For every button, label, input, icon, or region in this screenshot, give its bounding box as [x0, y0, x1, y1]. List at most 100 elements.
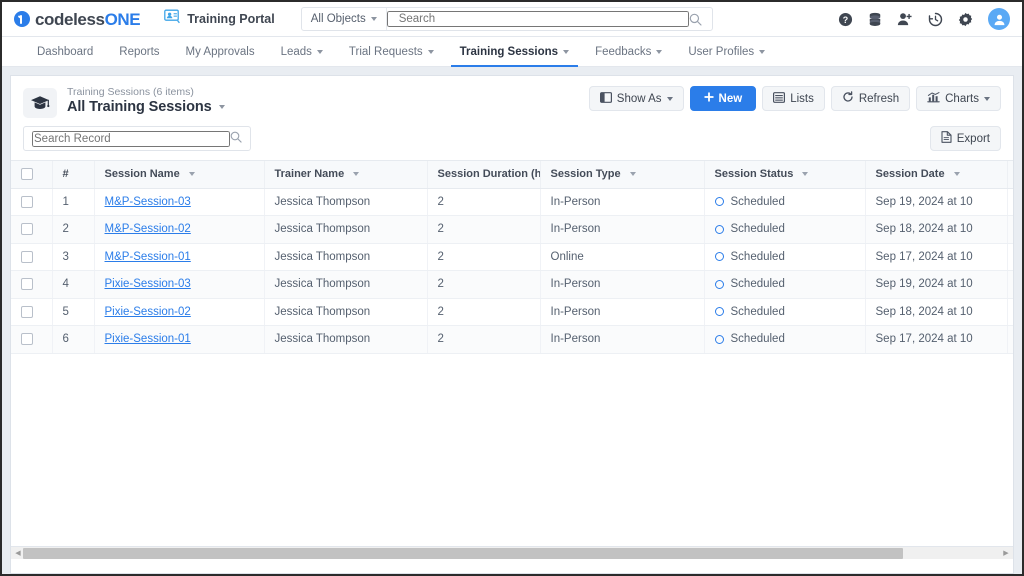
status-circle-icon: [714, 334, 724, 344]
row-session-date: Sep 19, 2024 at 10: [865, 188, 1008, 216]
refresh-button[interactable]: Refresh: [830, 86, 911, 111]
column-header-num[interactable]: #: [52, 161, 95, 189]
row-checkbox[interactable]: [21, 195, 33, 208]
sort-caret-icon[interactable]: [353, 172, 360, 177]
refresh-icon: [842, 91, 854, 106]
scroll-left-arrow-icon[interactable]: ◀: [13, 549, 23, 557]
sort-caret-icon[interactable]: [802, 172, 809, 177]
svg-text:?: ?: [843, 14, 848, 24]
chevron-down-icon[interactable]: [218, 105, 225, 109]
column-header-session-name[interactable]: Session Name: [94, 161, 265, 189]
nav-tab-dashboard[interactable]: Dashboard: [24, 37, 106, 66]
select-all-checkbox[interactable]: [21, 168, 33, 181]
status-badge: Scheduled: [730, 250, 785, 263]
logo-text: codelessONE: [35, 11, 141, 28]
column-label: Session Status: [714, 168, 794, 181]
show-as-button[interactable]: Show As: [588, 86, 684, 111]
avatar[interactable]: [988, 8, 1010, 30]
nav-tab-my-approvals[interactable]: My Approvals: [173, 37, 268, 66]
nav-tab-leads[interactable]: Leads: [268, 37, 336, 66]
sort-caret-icon[interactable]: [953, 172, 960, 177]
nav-tab-reports[interactable]: Reports: [106, 37, 172, 66]
page-title: All Training Sessions: [67, 99, 212, 115]
row-select-cell: [11, 270, 53, 299]
row-checkbox[interactable]: [21, 305, 33, 318]
row-trainer-name: Jessica Thompson: [264, 243, 428, 271]
row-session-status-cell: Scheduled: [704, 215, 866, 244]
column-header-session-duration[interactable]: Session Duration (h: [427, 161, 541, 189]
object-scope-label: All Objects: [310, 13, 366, 25]
global-search-input[interactable]: [386, 11, 689, 27]
row-session-duration: 2: [427, 243, 541, 271]
row-checkbox[interactable]: [21, 250, 33, 263]
table-row[interactable]: 2 M&P-Session-02 Jessica Thompson 2 In-P…: [11, 215, 1013, 244]
column-label: Session Date: [875, 168, 945, 181]
row-checkbox[interactable]: [21, 223, 33, 236]
search-record-field[interactable]: [23, 126, 251, 151]
nav-tab-label: Dashboard: [37, 45, 94, 58]
app-logo[interactable]: codelessONE: [14, 11, 141, 28]
session-name-link[interactable]: M&P-Session-03: [105, 196, 191, 208]
search-icon[interactable]: [230, 130, 242, 148]
scrollbar-thumb[interactable]: [23, 547, 904, 559]
list-view-header: Training Sessions (6 items) All Training…: [11, 76, 1013, 118]
session-name-link[interactable]: M&P-Session-02: [105, 223, 191, 235]
object-scope-dropdown[interactable]: All Objects: [302, 8, 387, 30]
sort-caret-icon[interactable]: [629, 172, 636, 177]
table-row[interactable]: 4 Pixie-Session-03 Jessica Thompson 2 In…: [11, 270, 1013, 299]
row-checkbox[interactable]: [21, 333, 33, 346]
column-header-session-type[interactable]: Session Type: [540, 161, 705, 189]
table-row[interactable]: 5 Pixie-Session-02 Jessica Thompson 2 In…: [11, 298, 1013, 326]
add-user-icon[interactable]: [897, 12, 913, 27]
session-name-link[interactable]: Pixie-Session-02: [105, 306, 191, 318]
session-name-link[interactable]: Pixie-Session-01: [105, 333, 191, 345]
column-header-trainer-name[interactable]: Trainer Name: [264, 161, 428, 189]
database-icon[interactable]: [868, 12, 882, 27]
nav-tab-label: Trial Requests: [348, 45, 423, 58]
horizontal-scrollbar[interactable]: ◀ ▶: [11, 546, 1013, 559]
column-label: Trainer Name: [274, 168, 345, 181]
table-header: # Session Name Trainer Name Session Dura…: [11, 161, 1013, 189]
column-label: Session Type: [550, 168, 621, 181]
row-number: 3: [52, 243, 95, 271]
session-name-link[interactable]: Pixie-Session-03: [105, 278, 191, 290]
search-record-input[interactable]: [32, 130, 230, 147]
sort-caret-icon[interactable]: [188, 172, 195, 177]
export-label: Export: [956, 132, 990, 145]
row-trainer-name: Jessica Thompson: [264, 215, 428, 244]
nav-tab-feedbacks[interactable]: Feedbacks: [582, 37, 675, 66]
table-row[interactable]: 6 Pixie-Session-01 Jessica Thompson 2 In…: [11, 325, 1013, 354]
show-as-label: Show As: [616, 92, 662, 105]
chevron-down-icon: [563, 49, 570, 54]
status-badge: Scheduled: [730, 223, 785, 236]
row-number: 5: [52, 298, 95, 326]
help-icon[interactable]: ?: [838, 12, 853, 27]
search-icon[interactable]: [689, 13, 712, 26]
row-session-status-cell: Scheduled: [704, 298, 866, 326]
list-subtitle: Training Sessions (6 items): [67, 86, 194, 98]
nav-tab-training-sessions[interactable]: Training Sessions: [447, 37, 582, 67]
nav-tab-trial-requests[interactable]: Trial Requests: [336, 37, 447, 66]
export-button[interactable]: Export: [929, 126, 1001, 151]
column-header-session-date[interactable]: Session Date: [865, 161, 1008, 189]
nav-tab-user-profiles[interactable]: User Profiles: [675, 37, 778, 66]
charts-button[interactable]: Charts: [916, 86, 1001, 111]
new-button[interactable]: New: [689, 86, 757, 111]
global-search-bar[interactable]: All Objects: [300, 7, 713, 31]
chevron-down-icon: [427, 49, 434, 54]
scroll-right-arrow-icon[interactable]: ▶: [1001, 549, 1011, 557]
session-name-link[interactable]: M&P-Session-01: [105, 251, 191, 263]
status-badge: Scheduled: [730, 278, 785, 291]
row-session-duration: 2: [427, 215, 541, 244]
table-row[interactable]: 3 M&P-Session-01 Jessica Thompson 2 Onli…: [11, 243, 1013, 271]
column-header-session-status[interactable]: Session Status: [704, 161, 866, 189]
row-checkbox[interactable]: [21, 278, 33, 291]
gear-icon[interactable]: [958, 12, 973, 27]
lists-button[interactable]: Lists: [762, 86, 825, 111]
history-icon[interactable]: [928, 12, 943, 27]
list-title-row[interactable]: All Training Sessions: [67, 99, 225, 115]
document-icon: [941, 131, 952, 146]
table-row[interactable]: 1 M&P-Session-03 Jessica Thompson 2 In-P…: [11, 188, 1013, 216]
portal-switcher[interactable]: Training Portal: [164, 9, 275, 29]
scrollbar-track[interactable]: [23, 547, 1001, 559]
